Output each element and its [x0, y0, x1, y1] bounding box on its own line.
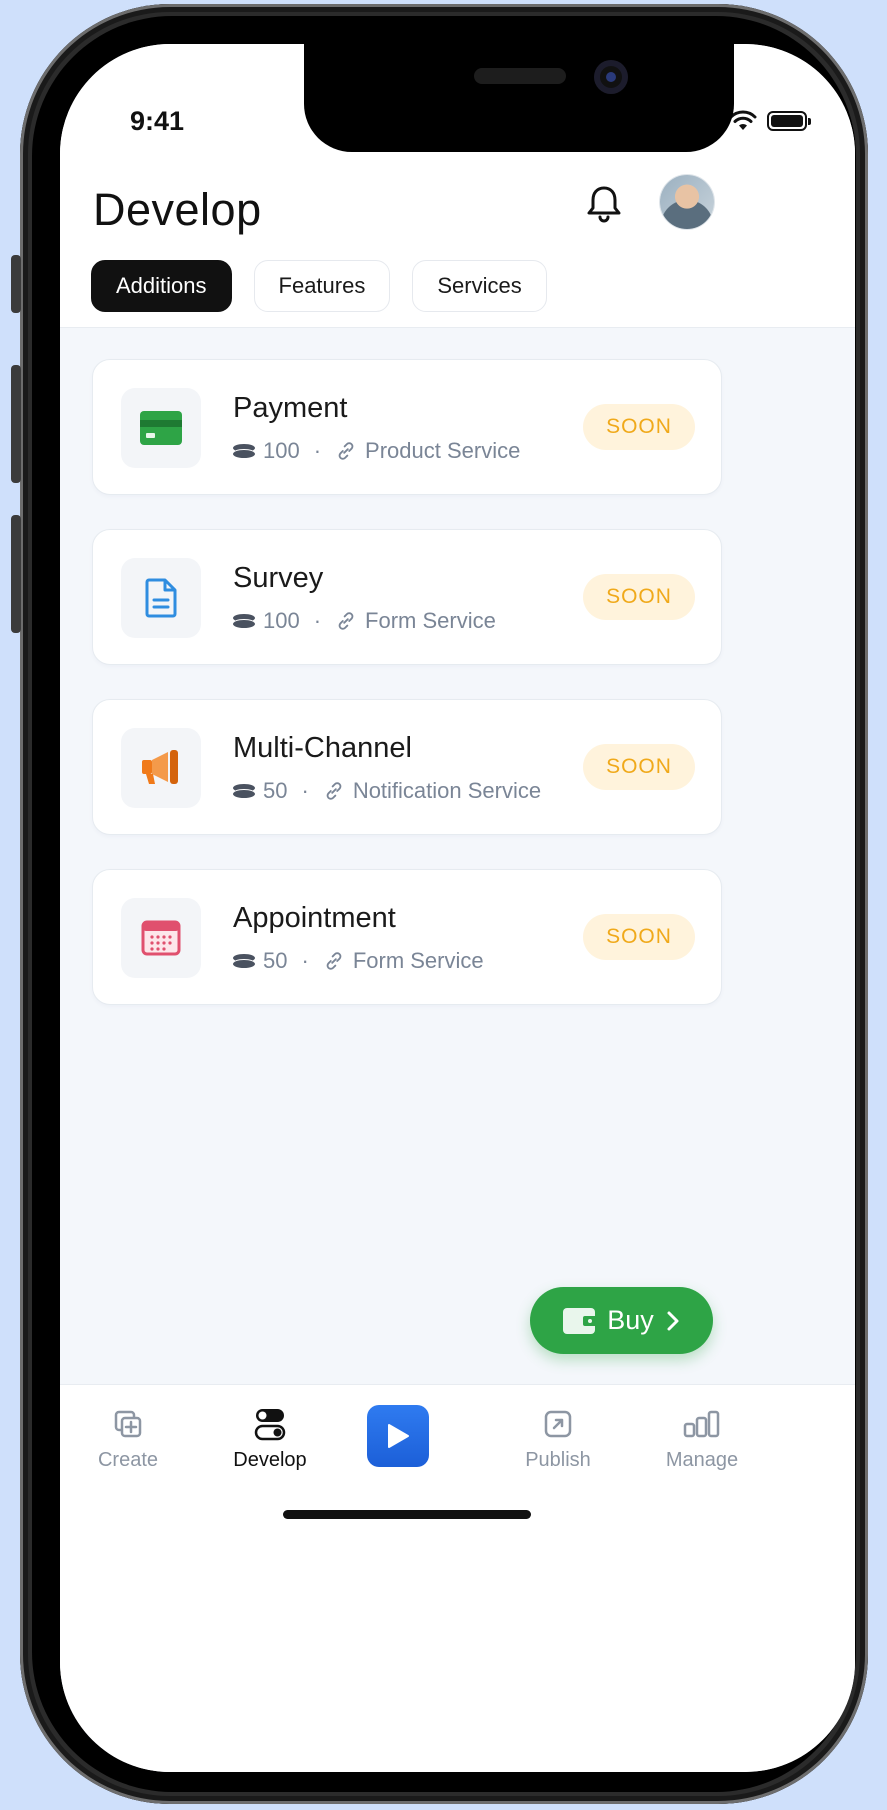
card-meta: 100 · Form Service	[233, 608, 496, 634]
play-icon	[388, 1424, 409, 1448]
card-icon-container	[121, 388, 201, 468]
nav-label: Manage	[665, 1449, 739, 1471]
card-icon-container	[121, 728, 201, 808]
card-amount: 50	[263, 778, 288, 803]
page-title: Develop	[93, 184, 262, 235]
card-title: Appointment	[233, 902, 396, 934]
document-icon	[145, 578, 177, 618]
coins-icon	[233, 954, 255, 968]
speaker	[474, 68, 566, 84]
buy-label: Buy	[607, 1305, 654, 1335]
tab-features[interactable]: Features	[253, 260, 391, 312]
addition-card-survey[interactable]: Survey 100 · Form Service SOON	[92, 529, 722, 665]
link-icon	[338, 442, 354, 460]
card-meta: 50 · Notification Service	[233, 778, 541, 804]
card-amount: 100	[263, 438, 300, 463]
card-meta: 50 · Form Service	[233, 948, 484, 974]
card-amount: 50	[263, 948, 288, 973]
credit-card-icon	[140, 411, 182, 445]
tab-services[interactable]: Services	[412, 260, 547, 312]
addition-card-appointment[interactable]: Appointment 50 · Form Service SOON	[92, 869, 722, 1005]
status-time: 9:41	[130, 106, 185, 136]
nav-label: Create	[97, 1449, 159, 1471]
status-badge: SOON	[583, 574, 695, 620]
notch	[304, 44, 734, 152]
front-camera	[594, 60, 628, 94]
coins-icon	[233, 784, 255, 798]
coins-icon	[233, 614, 255, 628]
card-meta: 100 · Product Service	[233, 438, 520, 464]
card-service: Form Service	[365, 608, 496, 633]
bottom-nav: Create Develop Publish Manage	[60, 1384, 855, 1772]
nav-manage[interactable]: Manage	[642, 1405, 762, 1472]
tab-bar: Additions Features Services	[91, 260, 547, 312]
status-badge: SOON	[583, 744, 695, 790]
card-icon-container	[121, 558, 201, 638]
card-service: Notification Service	[352, 778, 542, 803]
nav-publish[interactable]: Publish	[498, 1405, 618, 1472]
nav-label: Develop	[233, 1449, 307, 1471]
bar-chart-icon	[683, 1410, 720, 1438]
avatar[interactable]	[660, 175, 714, 229]
megaphone-icon	[142, 750, 178, 784]
addition-card-payment[interactable]: Payment 100 · Product Service SOON	[92, 359, 722, 495]
status-badge: SOON	[583, 914, 695, 960]
card-service: Product Service	[365, 438, 521, 463]
calendar-icon	[141, 920, 181, 956]
nav-label: Publish	[525, 1449, 591, 1471]
card-icon-container	[121, 898, 201, 978]
separator-dot: ·	[313, 608, 322, 633]
publish-icon	[544, 1410, 572, 1438]
buy-button[interactable]: Buy	[530, 1287, 713, 1354]
side-button	[11, 515, 21, 633]
status-badge: SOON	[583, 404, 695, 450]
separator-dot: ·	[313, 438, 322, 463]
addition-card-multi-channel[interactable]: Multi-Channel 50 · Notification Service …	[92, 699, 722, 835]
wallet-icon	[563, 1307, 596, 1334]
separator-dot: ·	[301, 948, 309, 973]
tab-additions[interactable]: Additions	[91, 260, 232, 312]
side-button	[11, 255, 21, 313]
chevron-right-icon	[667, 1311, 679, 1330]
card-amount: 100	[263, 608, 300, 633]
wifi-icon	[729, 110, 757, 130]
addition-list: Payment 100 · Product Service SOON Surve	[92, 359, 722, 1039]
link-icon	[326, 782, 342, 800]
home-indicator	[283, 1510, 531, 1519]
app-screen: 9:41 Develop Additions Features Services	[60, 44, 855, 1772]
link-icon	[326, 952, 342, 970]
card-title: Payment	[233, 392, 348, 424]
card-title: Survey	[233, 562, 324, 594]
link-icon	[338, 612, 354, 630]
card-service: Form Service	[352, 948, 484, 973]
create-icon	[114, 1410, 142, 1438]
battery-icon	[767, 111, 811, 131]
nav-develop[interactable]: Develop	[210, 1405, 330, 1472]
side-button	[11, 365, 21, 483]
card-title: Multi-Channel	[233, 732, 412, 764]
nav-create[interactable]: Create	[68, 1405, 188, 1472]
play-button[interactable]	[367, 1405, 429, 1467]
bell-icon[interactable]	[582, 182, 626, 226]
coins-icon	[233, 444, 255, 458]
toggle-icon	[254, 1409, 286, 1441]
separator-dot: ·	[301, 778, 309, 803]
